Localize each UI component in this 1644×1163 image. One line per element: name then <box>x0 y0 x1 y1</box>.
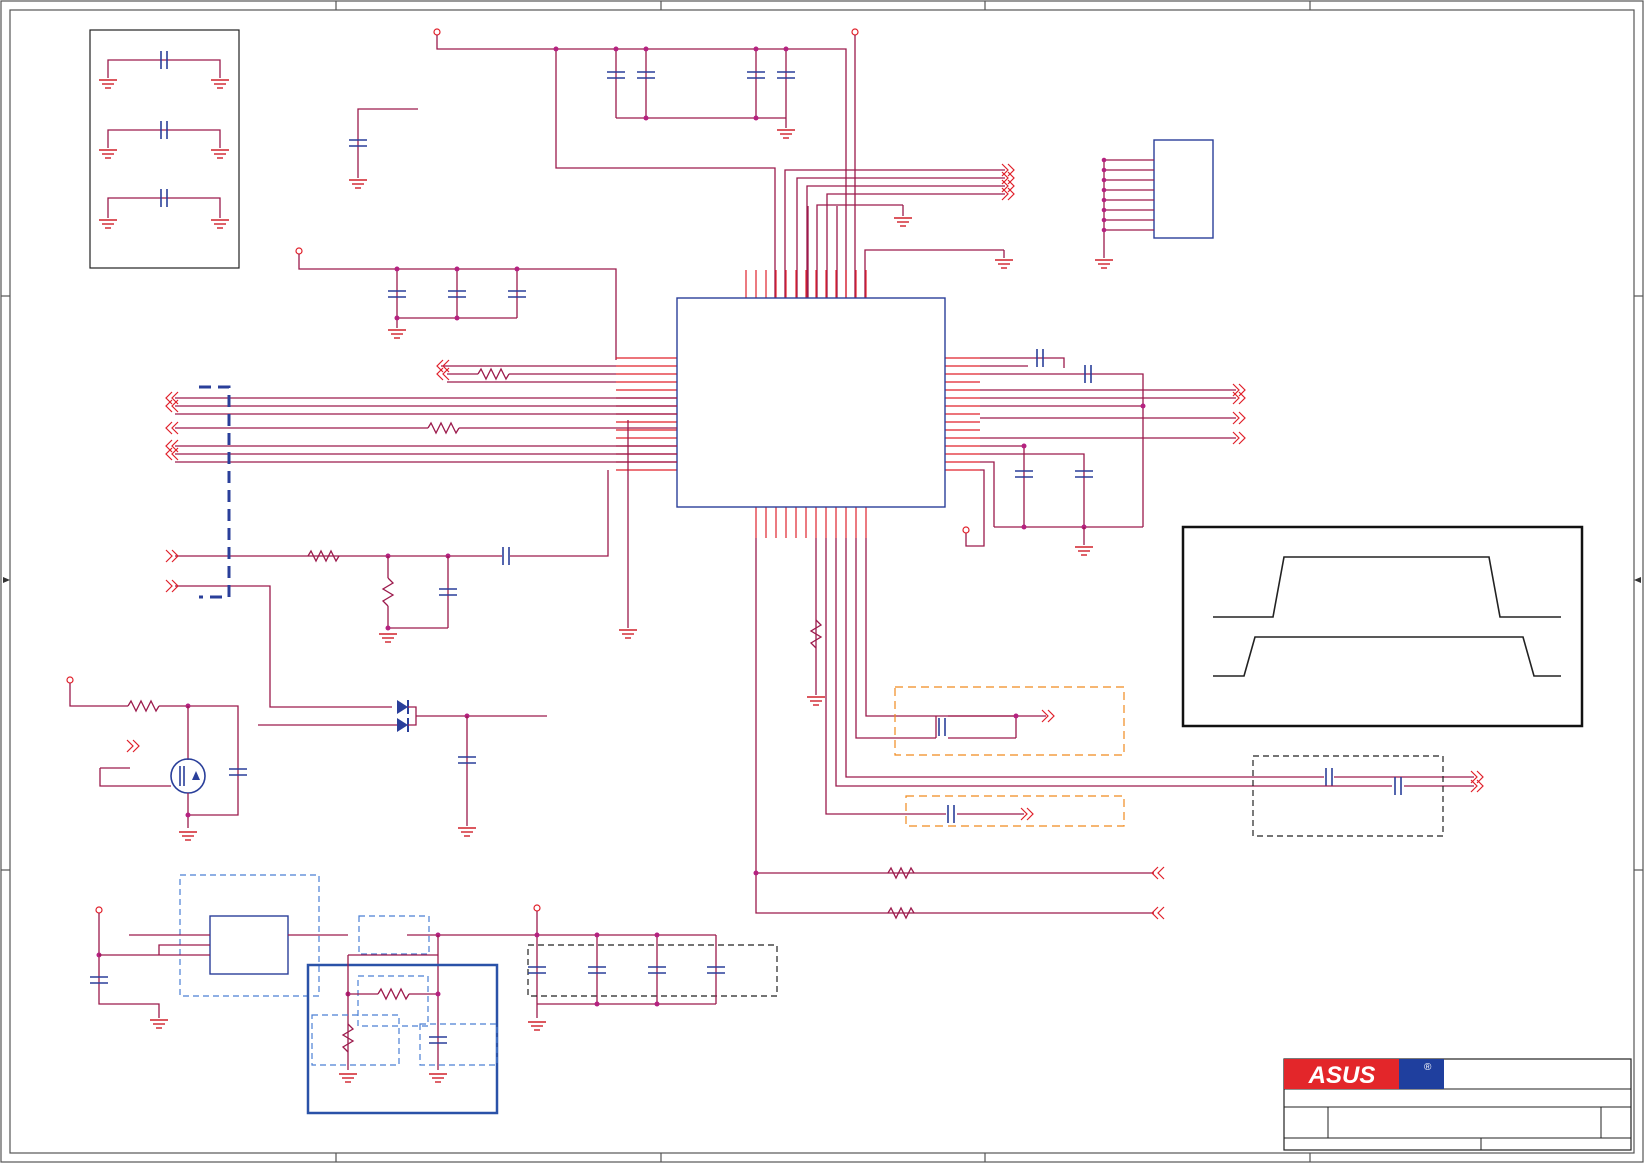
logo-text: ASUS <box>1308 1062 1376 1089</box>
right-signal-bus <box>962 348 1246 556</box>
title-block: ASUS ® <box>1283 1058 1632 1151</box>
mosfet-circuit <box>66 676 248 841</box>
left-signal-bus <box>165 359 677 708</box>
regulator-block <box>89 874 716 1115</box>
power-rail-top <box>433 28 859 298</box>
registered-mark: ® <box>1424 1062 1432 1073</box>
top-signal-bus <box>784 163 1015 298</box>
decoupling-cap-group <box>89 29 240 269</box>
timing-diagram <box>1181 525 1584 728</box>
connector-header <box>1094 139 1214 269</box>
cap-single-top <box>348 108 418 189</box>
asus-logo: ASUS ® <box>1284 1059 1444 1089</box>
power-rail-mid <box>295 247 617 360</box>
schematic-sheet: ASUS ® <box>0 0 1644 1163</box>
main-ic <box>616 270 980 538</box>
bottom-cap-bank <box>527 904 778 1031</box>
diode-pair <box>258 700 547 837</box>
